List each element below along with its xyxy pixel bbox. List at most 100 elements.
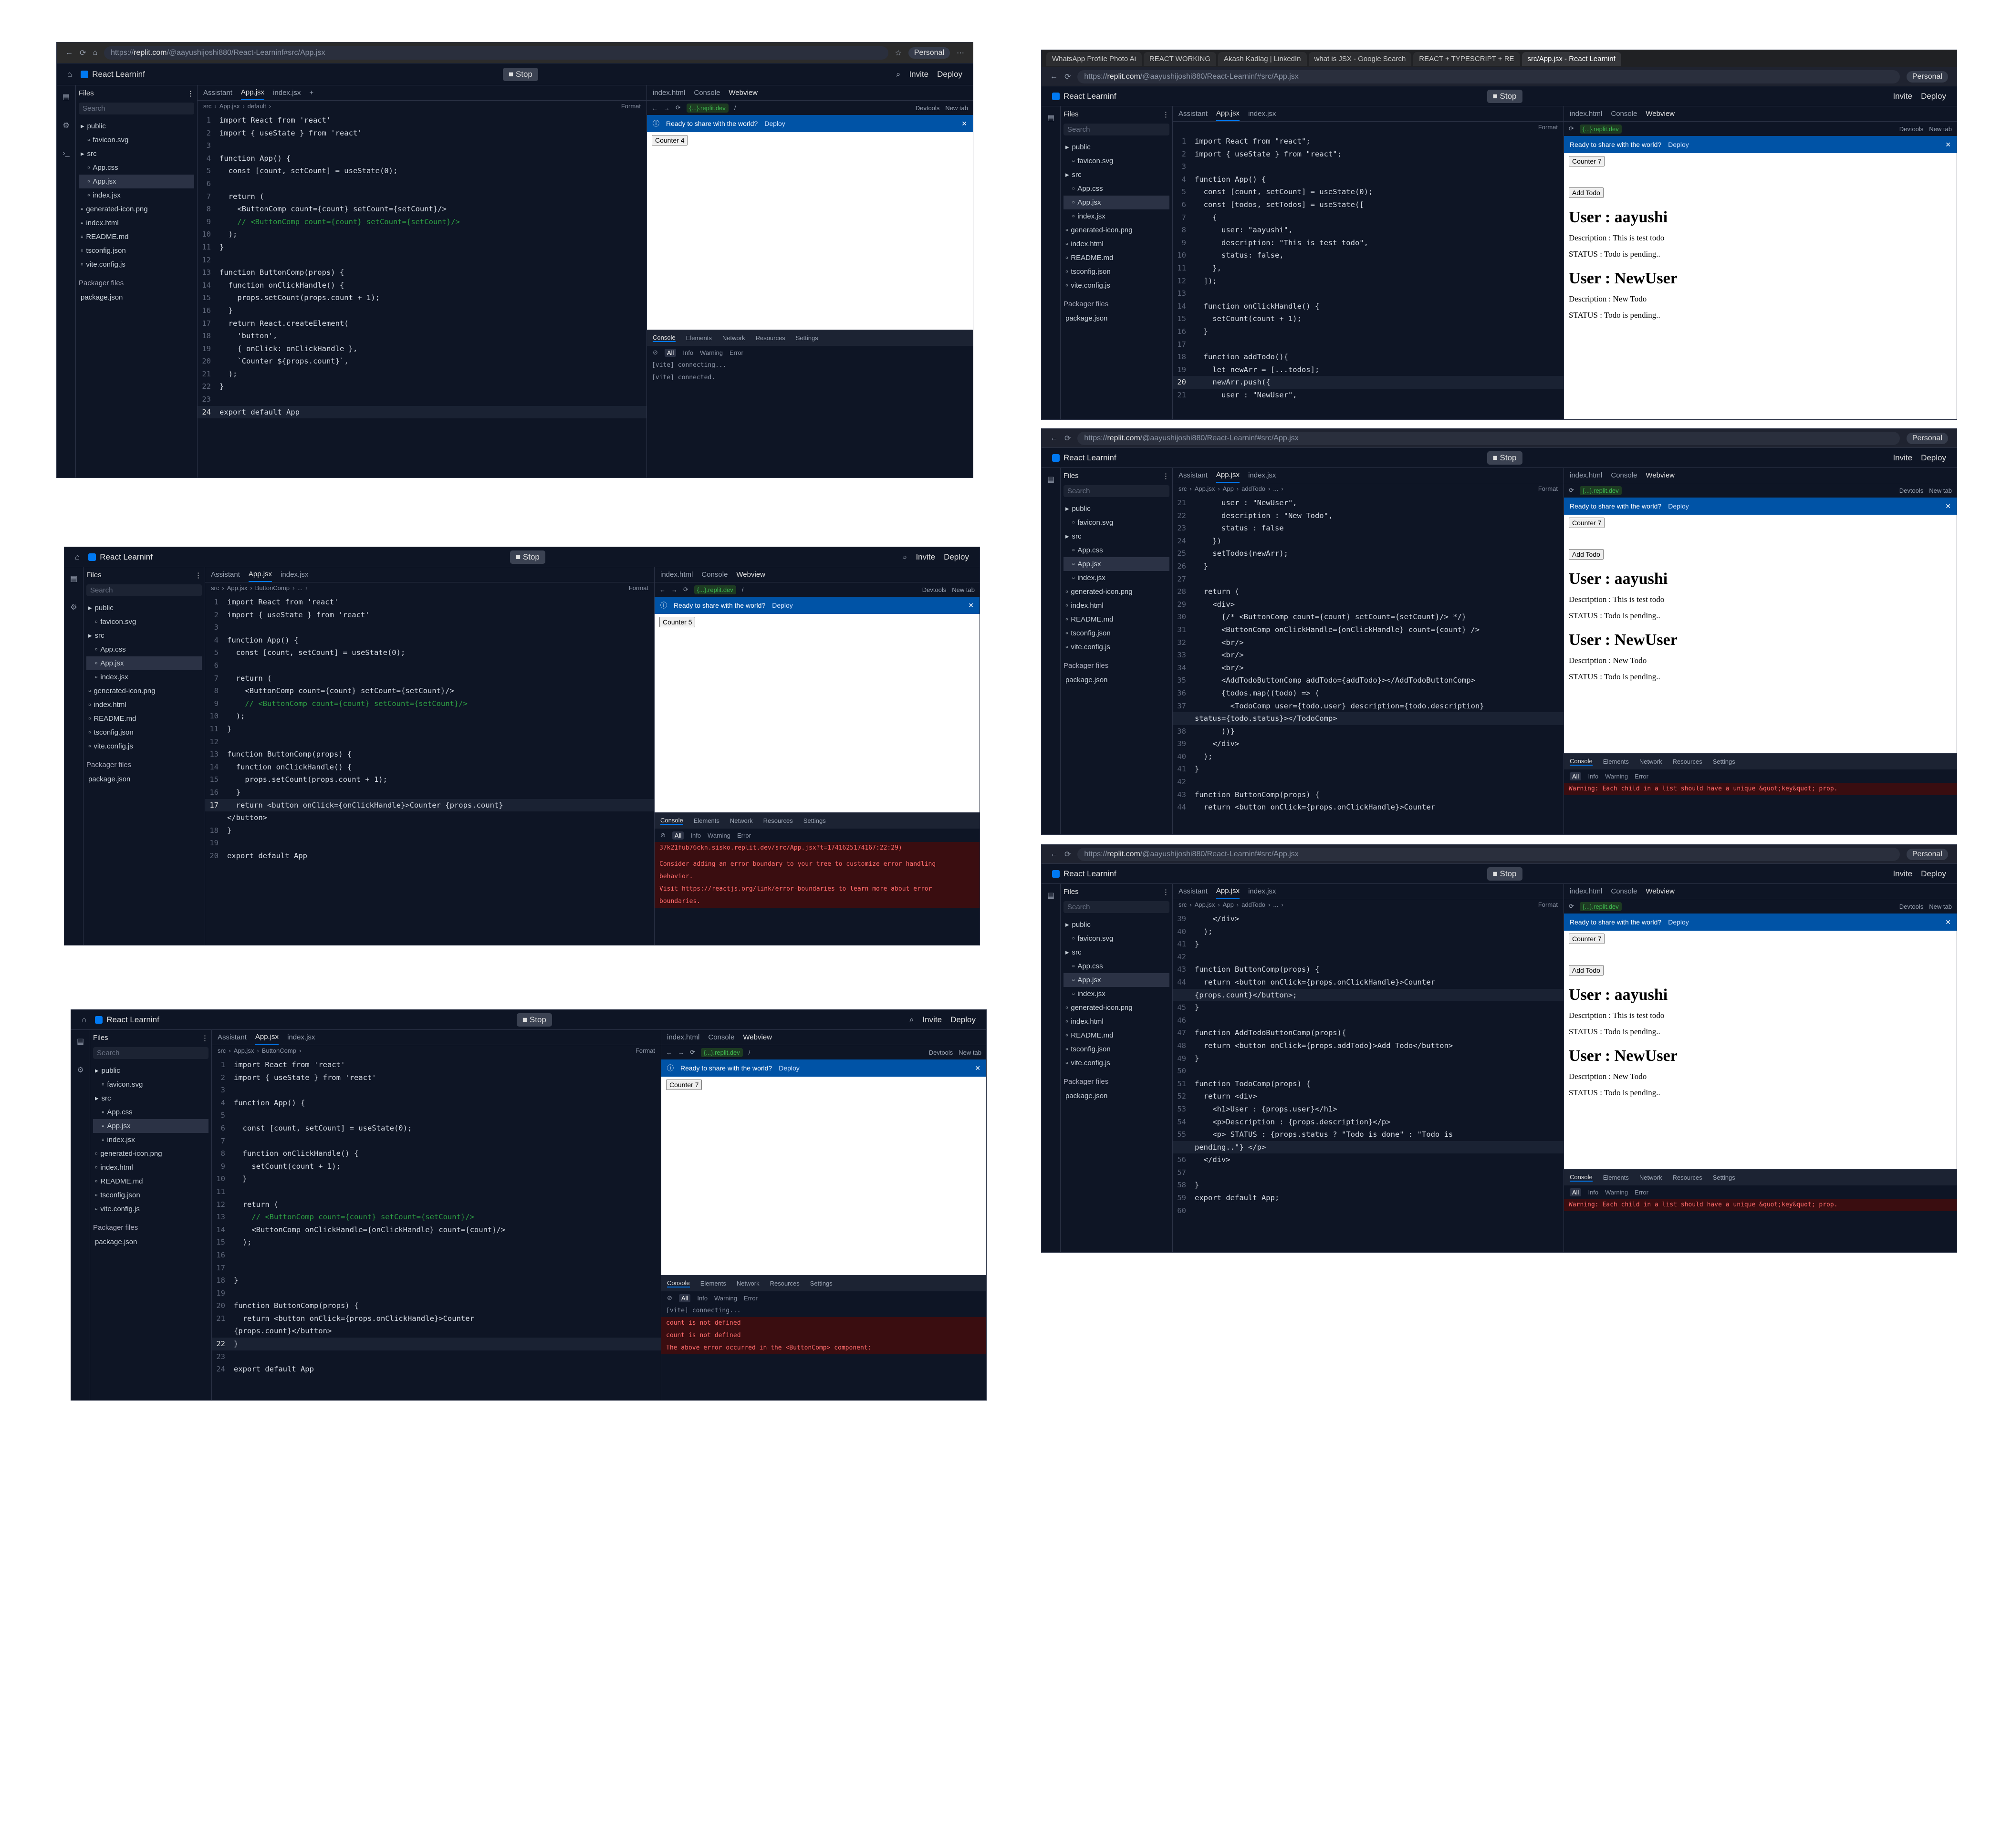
ctab-network[interactable]: Network	[722, 334, 745, 342]
tab-console[interactable]: Console	[708, 1033, 734, 1041]
code-line[interactable]: 41}	[1173, 938, 1564, 951]
format-button[interactable]: Format	[1538, 901, 1558, 908]
code-line[interactable]: 11	[212, 1185, 661, 1198]
tab-webview[interactable]: Webview	[1646, 110, 1675, 118]
code-line[interactable]: 15 setCount(count + 1);	[1173, 312, 1564, 325]
dev-url[interactable]: {...}.replit.dev	[700, 1048, 743, 1057]
code-line[interactable]: status={todo.status}></TodoComp>	[1173, 712, 1564, 725]
code-line[interactable]: 20 export default App	[205, 850, 654, 862]
file-tree-item[interactable]: package.json	[1063, 1089, 1169, 1103]
code-line[interactable]: 6 const [todos, setTodos] = useState([	[1173, 198, 1564, 211]
banner-deploy-button[interactable]: Deploy	[1668, 502, 1689, 510]
code-line[interactable]: 21 return <button onClick={props.onClick…	[212, 1312, 661, 1325]
code-line[interactable]: 20 `Counter ${props.count}`,	[198, 355, 646, 368]
code-lines[interactable]: 39 </div> 40 ); 41} 42 43 function ButtonComp…	[1173, 910, 1564, 1217]
add-todo-button[interactable]: Add Todo	[1569, 965, 1604, 976]
code-line[interactable]: 54 <p>Description : {props.description}<…	[1173, 1116, 1564, 1129]
breadcrumb-item[interactable]: ...	[1273, 485, 1278, 492]
ctab-resources[interactable]: Resources	[763, 817, 793, 824]
code-line[interactable]: 4 function App() {	[1173, 173, 1564, 186]
file-tree-item[interactable]: ▫ App.css	[93, 1105, 208, 1119]
breadcrumb-item[interactable]: default	[248, 103, 266, 110]
tools-rail-icon[interactable]: ⚙	[77, 1065, 83, 1075]
search-icon[interactable]: ⌕	[896, 70, 901, 79]
file-tree-item[interactable]: ▫ tsconfig.json	[1063, 626, 1169, 640]
stop-button[interactable]: ■ Stop	[1487, 89, 1522, 103]
code-line[interactable]: 1 import React from 'react'	[212, 1059, 661, 1071]
devtools-button[interactable]: Devtools	[1899, 903, 1924, 910]
file-tree-item[interactable]: ▸ src	[1063, 529, 1169, 543]
file-search-input[interactable]: Search	[1063, 485, 1169, 497]
code-line[interactable]: 18}	[205, 824, 654, 837]
ctab-console[interactable]: Console	[660, 817, 683, 825]
code-line[interactable]: 13	[1173, 287, 1564, 300]
file-tree-item[interactable]: ▫ App.jsx	[1063, 196, 1169, 209]
file-tree-item[interactable]: ▫ favicon.svg	[93, 1078, 208, 1091]
code-line[interactable]: 40 );	[1173, 750, 1564, 763]
code-line[interactable]: 4 function App() {	[198, 152, 646, 165]
file-tree-item[interactable]: ▫ README.md	[79, 230, 194, 244]
ctab-console[interactable]: Console	[653, 334, 676, 342]
code-line[interactable]: 15 props.setCount(props.count + 1);	[205, 773, 654, 786]
file-tree-item[interactable]: ▫ favicon.svg	[1063, 932, 1169, 945]
filter-error[interactable]: Error	[1635, 1189, 1648, 1196]
tab-app-jsx[interactable]: App.jsx	[240, 85, 265, 100]
code-line[interactable]: 6	[198, 177, 646, 190]
dev-url[interactable]: {...}.replit.dev	[1579, 486, 1622, 495]
file-tree-item[interactable]: ▫ vite.config.js	[93, 1202, 208, 1216]
code-line[interactable]: 14 function onClickHandle() {	[1173, 300, 1564, 313]
file-tree-item[interactable]: ▫ generated-icon.png	[93, 1147, 208, 1161]
refresh-icon[interactable]: ⟳	[690, 1049, 695, 1056]
filter-info[interactable]: Info	[1588, 1189, 1598, 1196]
deploy-button[interactable]: Deploy	[1921, 869, 1946, 879]
dev-url[interactable]: {...}.replit.dev	[1579, 124, 1622, 134]
file-tree-item[interactable]: ▫ README.md	[1063, 1028, 1169, 1042]
counter-button[interactable]: Counter 7	[666, 1080, 702, 1090]
home-icon[interactable]: ⌂	[67, 70, 72, 79]
project-name[interactable]: React Learninf	[1052, 92, 1116, 101]
code-line[interactable]: 20 newArr.push({	[1173, 376, 1564, 389]
file-search-input[interactable]: Search	[1063, 901, 1169, 913]
file-tree-item[interactable]: ▫ README.md	[1063, 613, 1169, 626]
browser-tab[interactable]: src/App.jsx - React Learninf	[1522, 52, 1621, 66]
dev-url[interactable]: {...}.replit.dev	[686, 103, 729, 113]
code-line[interactable]: 22 description : "New Todo",	[1173, 509, 1564, 522]
banner-deploy-button[interactable]: Deploy	[1668, 918, 1689, 926]
refresh-icon[interactable]: ⟳	[676, 104, 681, 112]
code-line[interactable]: 23 status : false	[1173, 522, 1564, 535]
code-line[interactable]: 59 export default App;	[1173, 1192, 1564, 1204]
code-line[interactable]: 15 );	[212, 1236, 661, 1249]
file-tree-item[interactable]: ▫ generated-icon.png	[79, 202, 194, 216]
tab-webview[interactable]: Webview	[1646, 887, 1675, 895]
file-tree-item[interactable]: ▫ App.css	[79, 161, 194, 175]
file-tree-item[interactable]: ▫ README.md	[93, 1174, 208, 1188]
breadcrumb-item[interactable]: App	[1223, 901, 1234, 908]
file-tree-item[interactable]: ▫ vite.config.js	[1063, 640, 1169, 654]
file-tree-item[interactable]: ▫ README.md	[86, 712, 202, 726]
file-search-input[interactable]: Search	[79, 103, 194, 114]
filter-warning[interactable]: Warning	[714, 1295, 737, 1302]
file-tree-item[interactable]: ▫ App.jsx	[79, 175, 194, 188]
tab-app-jsx[interactable]: App.jsx	[1216, 106, 1240, 121]
browser-tab[interactable]: Akash Kadlag | LinkedIn	[1218, 52, 1307, 66]
refresh-icon[interactable]: ⟳	[683, 586, 688, 593]
filter-warning[interactable]: Warning	[700, 349, 723, 356]
search-icon[interactable]: ⌕	[903, 552, 907, 562]
code-line[interactable]: 42	[1173, 776, 1564, 789]
code-line[interactable]: 53 <h1>User : {props.user}</h1>	[1173, 1103, 1564, 1116]
filter-error[interactable]: Error	[730, 349, 743, 356]
deploy-button[interactable]: Deploy	[1921, 453, 1946, 463]
files-rail-icon[interactable]: ▤	[1047, 475, 1054, 484]
breadcrumb-item[interactable]: ButtonComp	[255, 584, 290, 592]
filter-warning[interactable]: Warning	[1605, 773, 1628, 780]
file-tree-item[interactable]: ▸ public	[93, 1064, 208, 1078]
files-rail-icon[interactable]: ▤	[70, 574, 77, 583]
file-tree-item[interactable]: ▫ App.jsx	[93, 1119, 208, 1133]
code-line[interactable]: 20 function ButtonComp(props) {	[212, 1299, 661, 1312]
code-lines[interactable]: 1 import React from 'react' 2 import { useS…	[198, 111, 646, 419]
tab-webview[interactable]: Webview	[736, 571, 765, 579]
code-line[interactable]: 1 import React from "react";	[1173, 135, 1564, 148]
clear-icon[interactable]: ⊘	[653, 349, 658, 356]
code-line[interactable]: 22}	[198, 380, 646, 393]
file-tree-item[interactable]: ▸ public	[1063, 140, 1169, 154]
